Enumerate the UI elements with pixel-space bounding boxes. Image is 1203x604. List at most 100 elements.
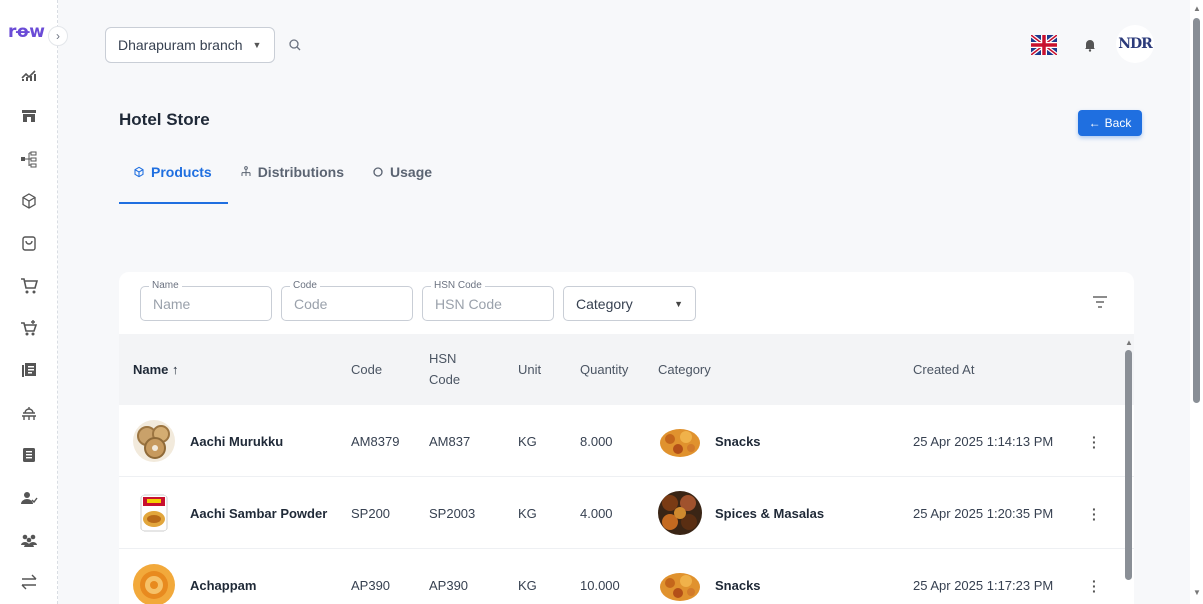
field-legend: HSN Code [431,280,485,291]
tab-distributions[interactable]: Distributions [226,160,358,184]
hierarchy-icon [241,166,251,176]
filter-icon[interactable] [1093,296,1107,308]
branch-select[interactable]: Dharapuram branch ▼ [105,27,275,63]
avatar-text: NDR [1118,36,1153,52]
more-vertical-icon[interactable]: · · · [1092,430,1097,454]
transfer-icon[interactable] [18,571,40,593]
dining-icon[interactable] [18,402,40,424]
back-button-label: Back [1104,116,1132,130]
store-icon[interactable] [18,105,40,127]
tab-usage[interactable]: Usage [358,160,446,184]
product-thumbnail [133,492,175,534]
cube-icon[interactable] [18,190,40,212]
category-thumbnail [658,491,702,535]
circle-icon [373,167,383,177]
field-legend: Code [290,280,320,291]
product-code: AP390 [351,578,391,593]
bag-icon[interactable] [18,232,40,254]
tab-label: Distributions [257,164,345,180]
sidebar: rꝋw [0,0,58,604]
cart-icon[interactable] [18,275,40,297]
cube-icon [134,166,144,178]
product-quantity: 4.000 [580,506,613,521]
table-scrollbar[interactable]: ▲ [1124,338,1133,604]
product-category: Snacks [715,578,761,593]
product-hsn: AM837 [429,434,471,449]
hsn-filter-field[interactable]: HSN Code HSN Code [422,280,554,321]
active-tab-indicator [119,202,228,204]
column-header-hsn-line2[interactable]: Code [429,372,460,387]
product-quantity: 8.000 [580,434,613,449]
field-placeholder: Name [153,296,191,312]
name-filter-field[interactable]: Name Name [140,280,272,321]
arrow-left-icon: ← [1088,116,1101,130]
scroll-up-icon[interactable]: ▲ [1125,338,1133,347]
user-check-icon[interactable] [18,487,40,509]
cart-add-icon[interactable] [18,317,40,339]
table-header: Name ↑ Code HSN Code Unit Quantity Categ… [119,334,1134,405]
product-created-at: 25 Apr 2025 1:17:23 PM [913,578,1054,593]
tab-label: Usage [390,164,433,180]
product-unit: KG [518,578,537,593]
field-placeholder: HSN Code [435,296,502,312]
product-created-at: 25 Apr 2025 1:20:35 PM [913,506,1054,521]
product-category: Snacks [715,434,761,449]
analytics-icon[interactable] [18,62,40,84]
tab-label: Products [151,164,212,180]
more-vertical-icon[interactable]: · · · [1092,574,1097,598]
field-legend: Name [149,280,182,291]
page-title: Hotel Store [119,110,210,129]
column-header-unit[interactable]: Unit [518,362,541,377]
table-scrollbar-thumb[interactable] [1125,350,1132,580]
filter-row: Name Name Code Code HSN Code HSN Code Ca… [119,272,1134,334]
table-row[interactable]: Aachi Murukku AM8379 AM837 KG 8.000 Snac… [119,405,1134,477]
product-unit: KG [518,506,537,521]
column-header-created-at[interactable]: Created At [913,362,974,377]
product-hsn: AP390 [429,578,469,593]
category-filter-select[interactable]: Category ▼ [563,286,696,321]
chevron-down-icon: ▼ [252,40,262,50]
product-thumbnail [133,420,175,462]
product-created-at: 25 Apr 2025 1:14:13 PM [913,434,1054,449]
scroll-down-icon[interactable]: ▼ [1193,588,1201,597]
category-thumbnail [658,563,702,604]
product-thumbnail [133,564,175,604]
hierarchy-icon[interactable] [18,148,40,170]
code-filter-field[interactable]: Code Code [281,280,413,321]
product-name: Aachi Murukku [190,434,284,449]
field-placeholder: Code [294,296,328,312]
bell-icon[interactable] [1083,38,1097,52]
scroll-up-icon[interactable]: ▲ [1193,4,1201,13]
chevron-right-icon[interactable]: › [48,26,68,46]
page-scrollbar-thumb[interactable] [1193,18,1200,403]
table-row[interactable]: Achappam AP390 AP390 KG 10.000 Snacks 25… [119,549,1134,604]
branch-select-value: Dharapuram branch [118,37,243,53]
search-icon[interactable] [288,38,302,52]
group-icon[interactable] [18,529,40,551]
product-name: Achappam [190,578,257,593]
page-scrollbar[interactable]: ▲ ▼ [1190,0,1203,604]
library-icon[interactable] [18,359,40,381]
field-placeholder: Category [576,296,633,312]
avatar[interactable]: NDR [1116,25,1154,63]
column-header-name[interactable]: Name ↑ [133,362,179,377]
tab-products[interactable]: Products [119,160,226,184]
tab-bar: Products Distributions Usage [119,160,446,204]
uk-flag-icon[interactable] [1031,35,1057,55]
product-unit: KG [518,434,537,449]
back-button[interactable]: ← Back [1078,110,1142,136]
column-header-code[interactable]: Code [351,362,382,377]
app-logo[interactable]: rꝋw [8,22,45,42]
product-code: AM8379 [351,434,400,449]
table-row[interactable]: Aachi Sambar Powder SP200 SP2003 KG 4.00… [119,477,1134,549]
product-category: Spices & Masalas [715,506,825,521]
product-name: Aachi Sambar Powder [190,506,328,521]
product-quantity: 10.000 [580,578,620,593]
more-vertical-icon[interactable]: · · · [1092,502,1097,526]
book-icon[interactable] [18,444,40,466]
column-header-quantity[interactable]: Quantity [580,362,628,377]
column-header-category[interactable]: Category [658,362,711,377]
column-header-hsn-line1[interactable]: HSN [429,351,456,366]
chevron-down-icon: ▼ [674,299,683,309]
products-table-card: Name Name Code Code HSN Code HSN Code Ca… [119,272,1134,604]
